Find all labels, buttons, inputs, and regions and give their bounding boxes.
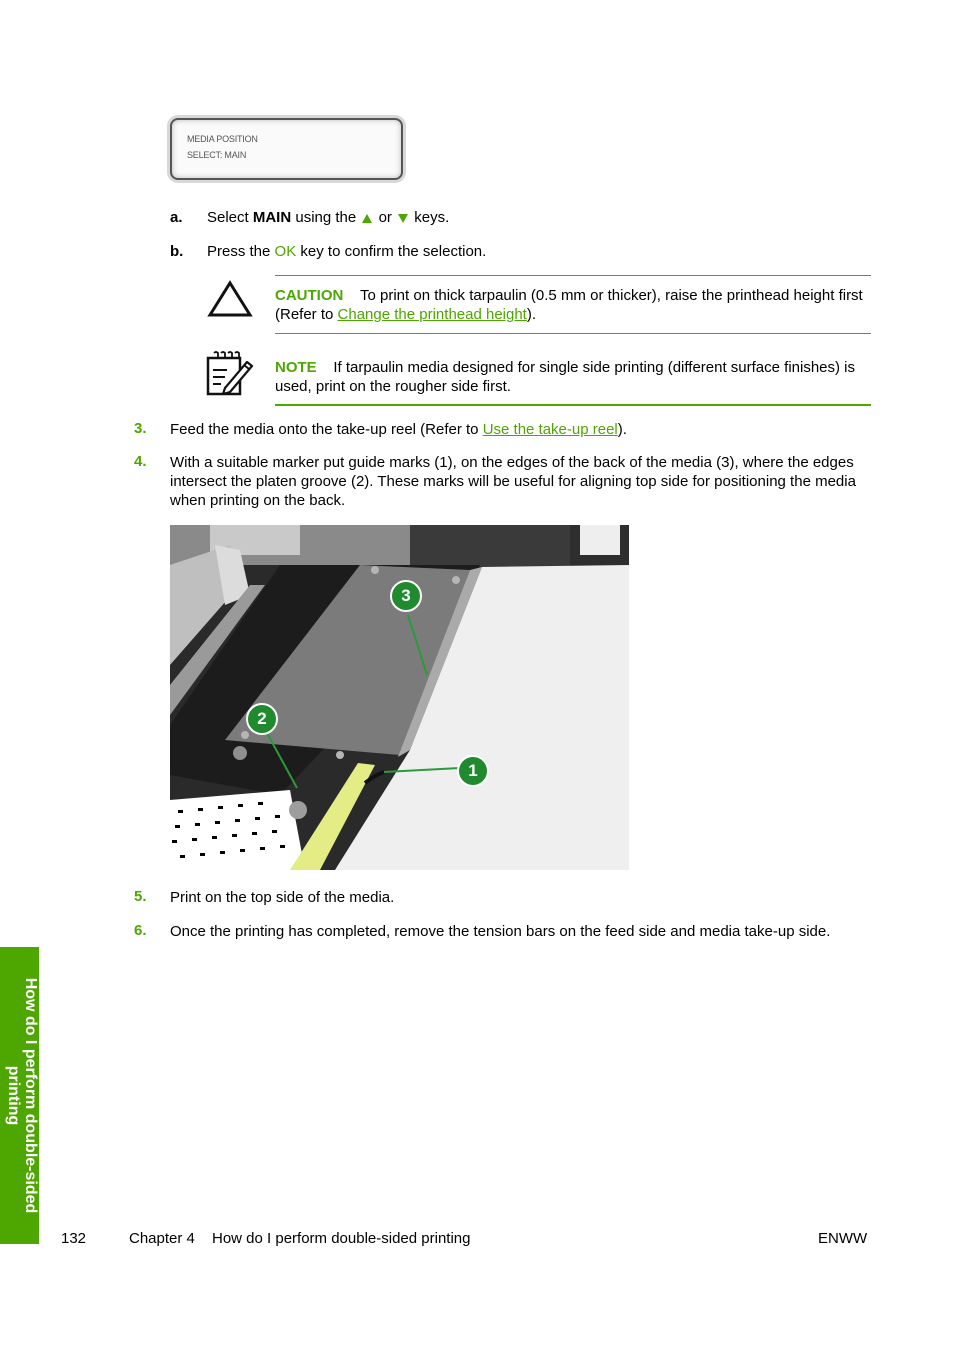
caution-bottom-rule [275,333,871,334]
use-take-up-reel-link[interactable]: Use the take-up reel [483,421,618,438]
main-option: MAIN [252,209,292,226]
substep-letter: a. [170,209,183,226]
caution-block: CAUTION To print on thick tarpaulin (0.5… [275,287,863,323]
callout-2: 2 [246,703,278,735]
ok-key-label: OK [274,243,297,260]
substep-b-text: Press the OK key to confirm the selectio… [207,243,487,260]
step-5-text: Print on the top side of the media. [170,889,395,906]
lcd-line-2: SELECT: MAIN [187,150,247,160]
callout-3: 3 [390,580,422,612]
note-pad-pencil-icon [205,350,255,396]
step-6-text: Once the printing has completed, remove … [170,923,831,940]
note-bottom-rule [275,404,871,406]
substep-letter: b. [170,243,184,260]
platen-guide-marks-photo: 1 2 3 [170,525,629,870]
callout-1: 1 [457,755,489,787]
lcd-panel-image: MEDIA POSITION SELECT: MAIN [170,118,403,180]
change-printhead-height-link[interactable]: Change the printhead height [338,306,527,323]
caution-top-rule [275,275,871,276]
caution-label: CAUTION [275,287,344,304]
up-arrow-icon [362,213,373,223]
down-arrow-icon [398,213,409,223]
note-block: NOTE If tarpaulin media designed for sin… [275,359,856,395]
caution-triangle-icon [207,280,253,318]
page-number: 132 [61,1230,87,1247]
substep-a-text: Select MAIN using the or keys. [207,209,450,226]
footer-chapter-title: How do I perform double-sided printing [212,1230,471,1247]
footer-chapter: Chapter 4 [129,1230,195,1247]
step-5-number: 5. [134,888,147,905]
lcd-line-1: MEDIA POSITION [187,134,258,144]
footer-locale: ENWW [818,1230,868,1247]
step-3-number: 3. [134,420,147,437]
step-3-text: Feed the media onto the take-up reel (Re… [170,421,627,438]
step-4-text: With a suitable marker put guide marks (… [170,454,856,509]
side-tab-label: How do I perform double-sided printing [5,977,39,1214]
substep-b: b. [170,243,183,260]
note-label: NOTE [275,359,317,376]
step-4-number: 4. [134,453,147,470]
step-6-number: 6. [134,922,147,939]
substep-a: a. [170,209,183,226]
chapter-side-tab: How do I perform double-sided printing [0,947,39,1244]
